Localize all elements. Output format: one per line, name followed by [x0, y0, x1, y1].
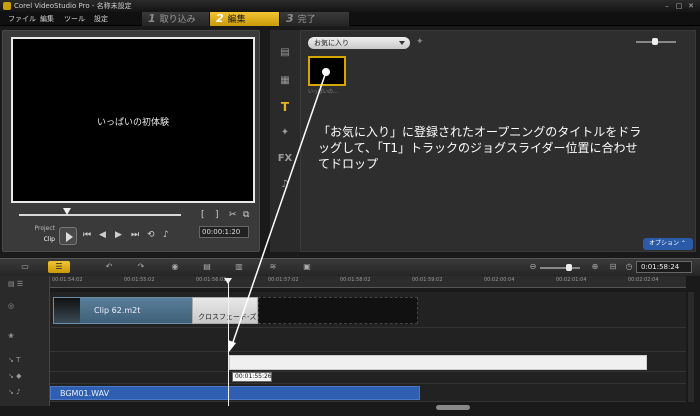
- options-button[interactable]: オプション ⌃: [643, 238, 693, 250]
- close-icon[interactable]: ✕: [686, 1, 696, 11]
- ruler-label: 00:01:55:02: [124, 277, 155, 283]
- menu-tools[interactable]: ツール: [64, 14, 85, 24]
- ruler-label: 00:02:02:04: [628, 277, 659, 283]
- storyboard-view-icon[interactable]: ▭: [14, 261, 36, 273]
- timeline-ruler[interactable]: 00:01:54:02 00:01:55:02 00:01:56:02 00:0…: [50, 276, 686, 288]
- title-thumbnail-label: いっぱいの...: [308, 89, 338, 95]
- track-headers: ▤ ☰ ◎ ❀ ↘ T ↘ ◆ ↘ ♪: [0, 276, 50, 406]
- timeline-zoom-handle[interactable]: [566, 264, 572, 271]
- timeline-horizontal-scrollbar[interactable]: [436, 405, 470, 410]
- ruler-label: 00:02:00:04: [484, 277, 515, 283]
- chevron-down-icon: [399, 41, 405, 45]
- audio-clip-label: BGM01.WAV: [60, 389, 110, 398]
- add-favorite-icon[interactable]: ✦: [416, 37, 424, 47]
- track-manager-icon[interactable]: ▤: [196, 261, 218, 273]
- ruler-label: 00:01:57:02: [268, 277, 299, 283]
- preview-timecode[interactable]: 00:00:1:20: [199, 226, 249, 238]
- drop-timecode-tooltip: 00:01:55:26: [232, 372, 272, 382]
- overlay-track[interactable]: [50, 328, 686, 352]
- video-track-icon[interactable]: ◎: [8, 302, 14, 310]
- preview-panel: いっぱいの初体験 [ ] ✂ ⧉ Project Clip ⏮ ◀ ▶ ⏭ ⟲ …: [2, 30, 260, 252]
- enlarge-icon[interactable]: ⧉: [243, 210, 249, 220]
- library-category-dropdown[interactable]: お気に入り: [308, 37, 410, 49]
- timeline-timecode[interactable]: 0:01:58:24: [636, 261, 692, 273]
- ruler-label: 00:02:01:04: [556, 277, 587, 283]
- mark-out-button[interactable]: ]: [215, 210, 219, 220]
- ruler-label: 00:01:54:02: [52, 277, 83, 283]
- volume-icon[interactable]: ♪: [163, 230, 169, 240]
- app-icon: [3, 2, 11, 10]
- play-button[interactable]: [59, 227, 77, 245]
- next-frame-icon[interactable]: ▶: [115, 230, 122, 240]
- undo-icon[interactable]: ↶: [98, 261, 120, 273]
- scrub-handle[interactable]: [63, 208, 71, 215]
- title-thumbnail[interactable]: [308, 56, 346, 86]
- music-track-icon[interactable]: ↘ ♪: [8, 388, 21, 396]
- preview-scrub-bar[interactable]: [19, 214, 181, 216]
- record-icon[interactable]: ▣: [296, 261, 318, 273]
- smartrender-icon[interactable]: ◉: [164, 261, 186, 273]
- redo-icon[interactable]: ↷: [130, 261, 152, 273]
- ruler-label: 00:01:59:02: [412, 277, 443, 283]
- jog-slider-handle[interactable]: [224, 278, 232, 284]
- end-icon[interactable]: ⏭: [131, 230, 139, 240]
- mixer-icon[interactable]: ≋: [262, 261, 284, 273]
- video-clip-thumbnail: [54, 298, 80, 323]
- library-tabs: ▤ ▦ T ✦ FX ♫: [270, 30, 300, 252]
- title-clip[interactable]: [229, 355, 647, 370]
- track-view-icon[interactable]: ▤ ☰: [8, 280, 23, 288]
- graphic-tab-icon[interactable]: ✦: [276, 126, 294, 140]
- voice-track-icon[interactable]: ↘ ◆: [8, 372, 21, 380]
- cut-icon[interactable]: ✂: [229, 210, 237, 220]
- window-title: Corel VideoStudio Pro - 名称未設定: [14, 2, 132, 10]
- timeline-zoom-slider[interactable]: [540, 267, 580, 269]
- step-edit[interactable]: 2 編集: [210, 12, 280, 26]
- menu-edit[interactable]: 編集: [40, 14, 54, 24]
- media-tab-icon[interactable]: ▤: [276, 46, 294, 60]
- title-track-icon[interactable]: ↘ T: [8, 356, 20, 364]
- step-share[interactable]: 3 完了: [280, 12, 350, 26]
- video-clip-label: Clip 62.m2t: [94, 306, 141, 315]
- mode-clip[interactable]: Clip: [27, 236, 55, 243]
- library-zoom-handle[interactable]: [652, 38, 658, 45]
- preview-screen: いっぱいの初体験: [11, 37, 255, 203]
- audio-tab-icon[interactable]: ♫: [276, 178, 294, 192]
- menu-settings[interactable]: 設定: [94, 14, 108, 24]
- step-capture[interactable]: 1 取り込み: [142, 12, 210, 26]
- minimize-icon[interactable]: –: [662, 1, 672, 11]
- preview-title-text: いっぱいの初体験: [96, 118, 169, 128]
- video-clip-placeholder[interactable]: [258, 297, 418, 324]
- repeat-icon[interactable]: ⟲: [147, 230, 155, 240]
- maximize-icon[interactable]: □: [674, 1, 684, 11]
- timeline-view-icon[interactable]: ☰: [48, 261, 70, 273]
- jog-slider-line[interactable]: [228, 280, 229, 406]
- overlay-track-icon[interactable]: ❀: [8, 332, 14, 340]
- instruction-annotation: 「お気に入り」に登録されたオープニングのタイトルをドラッグして、「T1」トラック…: [318, 125, 642, 171]
- mark-in-button[interactable]: [: [201, 210, 205, 220]
- chapter-icon[interactable]: ▥: [228, 261, 250, 273]
- filter-tab-icon[interactable]: FX: [276, 152, 294, 166]
- ruler-label: 00:01:56:02: [196, 277, 227, 283]
- instant-project-tab-icon[interactable]: ▦: [276, 74, 294, 88]
- home-icon[interactable]: ⏮: [83, 230, 91, 240]
- menu-file[interactable]: ファイル: [8, 14, 36, 24]
- menu-bar: ファイル 編集 ツール 設定: [0, 12, 700, 26]
- ruler-label: 00:01:58:02: [340, 277, 371, 283]
- title-tab-icon[interactable]: T: [276, 100, 294, 114]
- mode-project[interactable]: Project: [27, 225, 55, 232]
- prev-frame-icon[interactable]: ◀: [99, 230, 106, 240]
- timeline-vertical-scrollbar[interactable]: [688, 292, 694, 402]
- title-bar: Corel VideoStudio Pro - 名称未設定 – □ ✕: [0, 0, 700, 12]
- voice-track[interactable]: [50, 372, 686, 384]
